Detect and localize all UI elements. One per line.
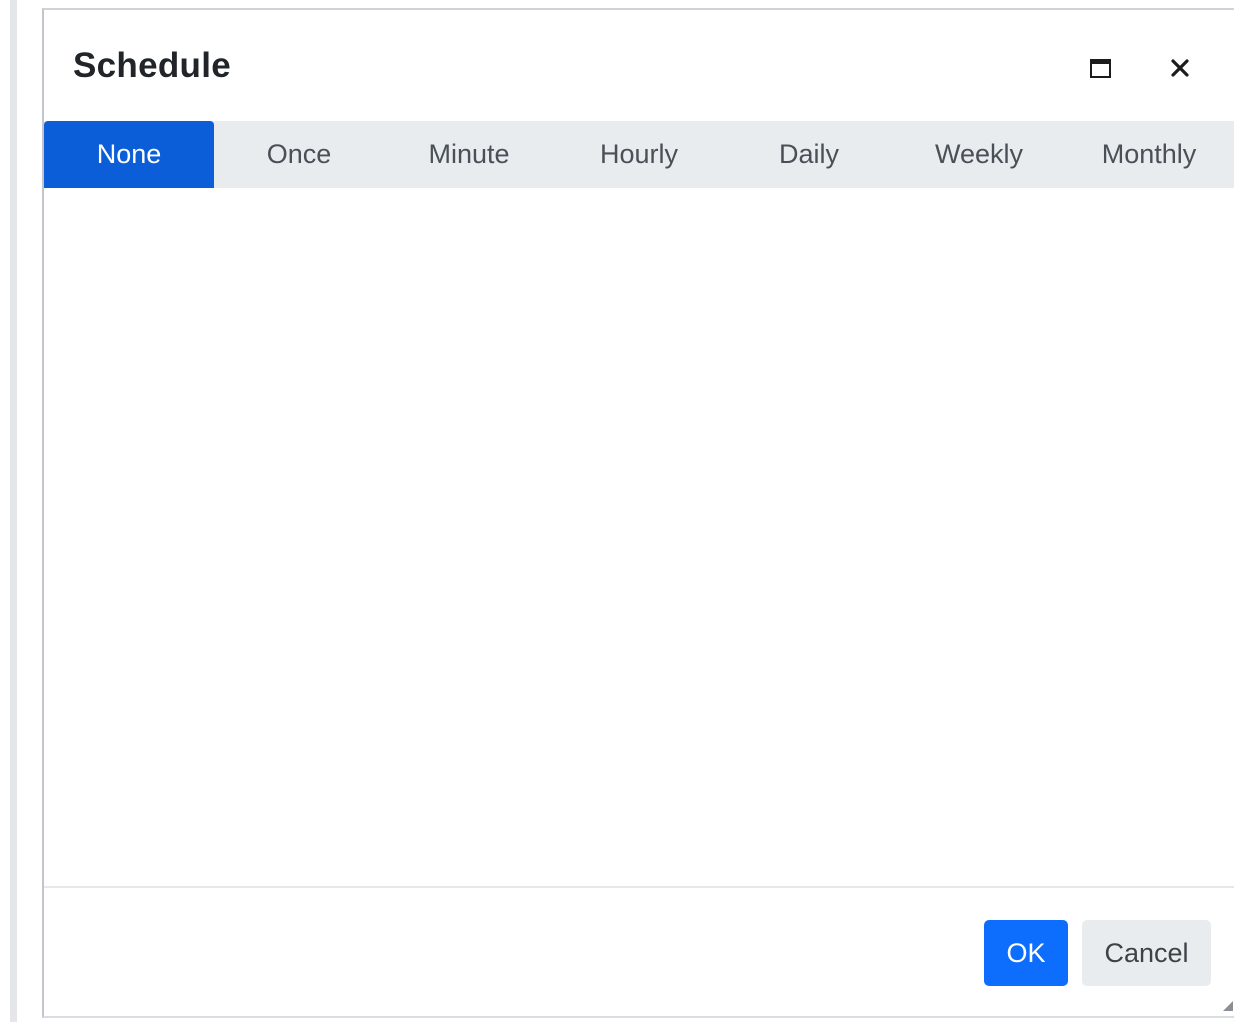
close-icon bbox=[1171, 59, 1189, 77]
dialog-title-bar: Schedule bbox=[44, 10, 1234, 120]
tab-monthly[interactable]: Monthly bbox=[1064, 121, 1234, 188]
ok-button[interactable]: OK bbox=[984, 920, 1068, 986]
tab-daily[interactable]: Daily bbox=[724, 121, 894, 188]
schedule-dialog: Schedule None Once Minute Hourly Daily W… bbox=[42, 8, 1234, 1018]
tab-content-panel bbox=[44, 188, 1234, 885]
maximize-button[interactable] bbox=[1080, 48, 1120, 88]
close-button[interactable] bbox=[1160, 48, 1200, 88]
dialog-title: Schedule bbox=[73, 46, 232, 85]
maximize-icon bbox=[1089, 58, 1111, 78]
resize-grip-icon[interactable] bbox=[1220, 998, 1234, 1012]
tab-once[interactable]: Once bbox=[214, 121, 384, 188]
schedule-tabs: None Once Minute Hourly Daily Weekly Mon… bbox=[44, 121, 1234, 188]
tab-weekly[interactable]: Weekly bbox=[894, 121, 1064, 188]
tab-minute[interactable]: Minute bbox=[384, 121, 554, 188]
background-scroll-strip bbox=[10, 0, 17, 1022]
tab-hourly[interactable]: Hourly bbox=[554, 121, 724, 188]
cancel-button[interactable]: Cancel bbox=[1082, 920, 1211, 986]
dialog-footer: OK Cancel bbox=[44, 886, 1234, 1018]
tab-none[interactable]: None bbox=[44, 121, 214, 188]
